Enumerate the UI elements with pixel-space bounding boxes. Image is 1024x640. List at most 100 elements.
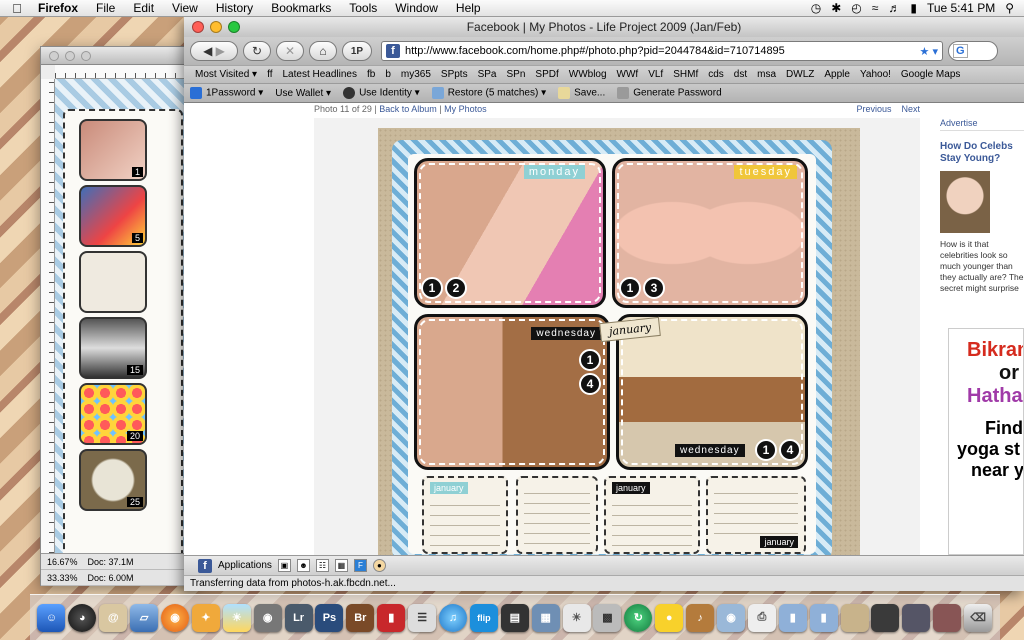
save-button[interactable]: Save... (558, 87, 605, 99)
zoom-button[interactable] (228, 21, 240, 33)
ad-image[interactable] (940, 171, 990, 233)
preview-icon[interactable]: ▱ (130, 603, 159, 632)
url-bar[interactable]: f http://www.facebook.com/home.php#/phot… (381, 41, 943, 61)
bookmark-item[interactable]: VLf (643, 69, 668, 80)
minimize-button[interactable] (65, 50, 75, 61)
generate-password-button[interactable]: Generate Password (617, 87, 722, 99)
firefox-icon[interactable]: ◉ (161, 603, 189, 632)
disk-utility-icon[interactable]: ◉ (717, 603, 746, 632)
minimized-window-icon[interactable] (902, 603, 931, 632)
calendar-icon[interactable]: ☷ (315, 559, 329, 572)
wifi-icon[interactable]: ≈ (872, 1, 879, 15)
url-text[interactable]: http://www.facebook.com/home.php#/photo.… (405, 45, 785, 57)
bookmark-item[interactable]: SHMf (668, 69, 703, 80)
time-machine-dock-icon[interactable]: ↻ (624, 603, 653, 632)
menu-file[interactable]: File (87, 1, 124, 15)
menu-help[interactable]: Help (447, 1, 490, 15)
bookmark-item[interactable]: SPpts (436, 69, 473, 80)
iphoto-icon[interactable]: ☀ (222, 603, 251, 632)
zoom-button[interactable] (81, 50, 91, 61)
zoom-level[interactable]: 33.33% (47, 573, 78, 583)
menu-edit[interactable]: Edit (124, 1, 163, 15)
use-identity-menu[interactable]: Use Identity ▾ (343, 87, 420, 99)
yoga-ad-banner[interactable]: Bikram or Hatha Find yoga st near y (948, 328, 1024, 555)
bookmark-item[interactable]: WWblog (564, 69, 612, 80)
lightroom-icon[interactable]: Lr (284, 603, 313, 632)
advertise-link[interactable]: Advertise (940, 118, 1024, 131)
bookmark-item[interactable]: Yahoo! (855, 69, 896, 80)
dashboard-icon[interactable]: ◕ (68, 603, 97, 632)
menu-view[interactable]: View (163, 1, 207, 15)
onepassword-menu[interactable]: 1Password ▾ (190, 87, 263, 99)
volume-icon[interactable]: ♬ (888, 1, 900, 15)
timer-icon[interactable]: ◴ (851, 1, 861, 15)
spaces-icon[interactable]: ▦ (531, 603, 560, 632)
bookmark-item[interactable]: fb (362, 69, 380, 80)
restore-menu[interactable]: Restore (5 matches) ▾ (431, 87, 546, 99)
friends-icon[interactable]: ☻ (296, 559, 310, 572)
facebook-applications-icon[interactable]: f (198, 558, 212, 573)
bookmark-item[interactable]: DWLZ (781, 69, 819, 80)
bookmark-item[interactable]: msa (752, 69, 781, 80)
minimized-window-icon[interactable] (840, 603, 869, 632)
bookmark-item[interactable]: SPDf (530, 69, 563, 80)
bookmark-item[interactable]: SPa (473, 69, 502, 80)
camera-icon[interactable]: ◉ (253, 603, 282, 632)
scrapbook-photo[interactable]: monday 1 2 tuesday 1 3 wednesday 1 4 wed… (378, 128, 860, 555)
menu-bookmarks[interactable]: Bookmarks (262, 1, 340, 15)
flip-video-icon[interactable]: flip (469, 603, 498, 632)
minimized-window-icon[interactable] (871, 603, 900, 632)
back-forward-buttons[interactable]: ◀ ▶ (190, 41, 238, 61)
time-machine-icon[interactable]: ◷ (811, 1, 821, 15)
menu-tools[interactable]: Tools (340, 1, 386, 15)
notes-icon[interactable]: ▣ (277, 559, 291, 572)
finder-icon[interactable]: ☺ (37, 603, 66, 632)
bookmark-item[interactable]: Google Maps (896, 69, 965, 80)
bridge-icon[interactable]: Br (346, 603, 375, 632)
ad-title-link[interactable]: How Do Celebs Stay Young? (940, 141, 1024, 167)
spotlight-search-icon[interactable]: ⚲ (1005, 1, 1014, 15)
trash-icon[interactable]: ⌫ (964, 603, 993, 632)
input-menu-icon[interactable]: ▮ (910, 1, 917, 15)
bookmark-item[interactable]: my365 (396, 69, 436, 80)
home-button[interactable]: ⌂ (309, 41, 337, 61)
bulb-icon[interactable]: ☀ (562, 603, 591, 632)
folder-icon[interactable]: ▮ (778, 603, 807, 632)
use-wallet-menu[interactable]: Use Wallet ▾ (275, 88, 331, 99)
bookmark-item[interactable]: SPn (502, 69, 531, 80)
previous-link[interactable]: Previous (856, 104, 891, 116)
google-search-icon[interactable]: G (953, 44, 968, 58)
printer-icon[interactable]: ⎙ (747, 603, 776, 632)
adium-icon[interactable]: ✦ (191, 603, 220, 632)
applications-button[interactable]: Applications (218, 560, 272, 571)
close-button[interactable] (49, 50, 59, 61)
photoshop-icon[interactable]: Ps (315, 603, 344, 632)
bookmark-item[interactable]: ff (262, 69, 277, 80)
reload-button[interactable]: ↻ (243, 41, 271, 61)
bookmark-star-icon[interactable]: ★ ▾ (920, 45, 942, 58)
close-button[interactable] (192, 21, 204, 33)
menu-window[interactable]: Window (386, 1, 447, 15)
guitar-icon[interactable]: ♪ (686, 603, 715, 632)
bluetooth-icon[interactable]: ✱ (831, 1, 841, 15)
forward-icon[interactable]: ▶ (216, 44, 225, 58)
bookmark-item[interactable]: WWf (612, 69, 644, 80)
bookmark-item[interactable]: dst (729, 69, 752, 80)
grid-icon[interactable]: ▦ (334, 559, 348, 572)
search-box[interactable]: G (948, 41, 998, 61)
window-title-bar[interactable]: Facebook | My Photos - Life Project 2009… (184, 17, 1024, 37)
my-photos-link[interactable]: My Photos (444, 104, 487, 116)
menu-history[interactable]: History (207, 1, 262, 15)
bookmark-item[interactable]: Latest Headlines (277, 69, 362, 80)
back-to-album-link[interactable]: Back to Album (379, 104, 437, 116)
book-icon[interactable]: ▮ (377, 603, 406, 632)
menu-app-name[interactable]: Firefox (34, 1, 87, 15)
app-f-icon[interactable]: F (353, 559, 367, 572)
minimize-button[interactable] (210, 21, 222, 33)
minimized-window-icon[interactable] (933, 603, 962, 632)
bookmark-item[interactable]: Most Visited ▾ (190, 69, 262, 80)
clapper-icon[interactable]: ▤ (500, 603, 529, 632)
clock[interactable]: Tue 5:41 PM (927, 1, 995, 15)
document-icon[interactable]: ☰ (408, 603, 437, 632)
zoom-level[interactable]: 16.67% (47, 557, 78, 567)
